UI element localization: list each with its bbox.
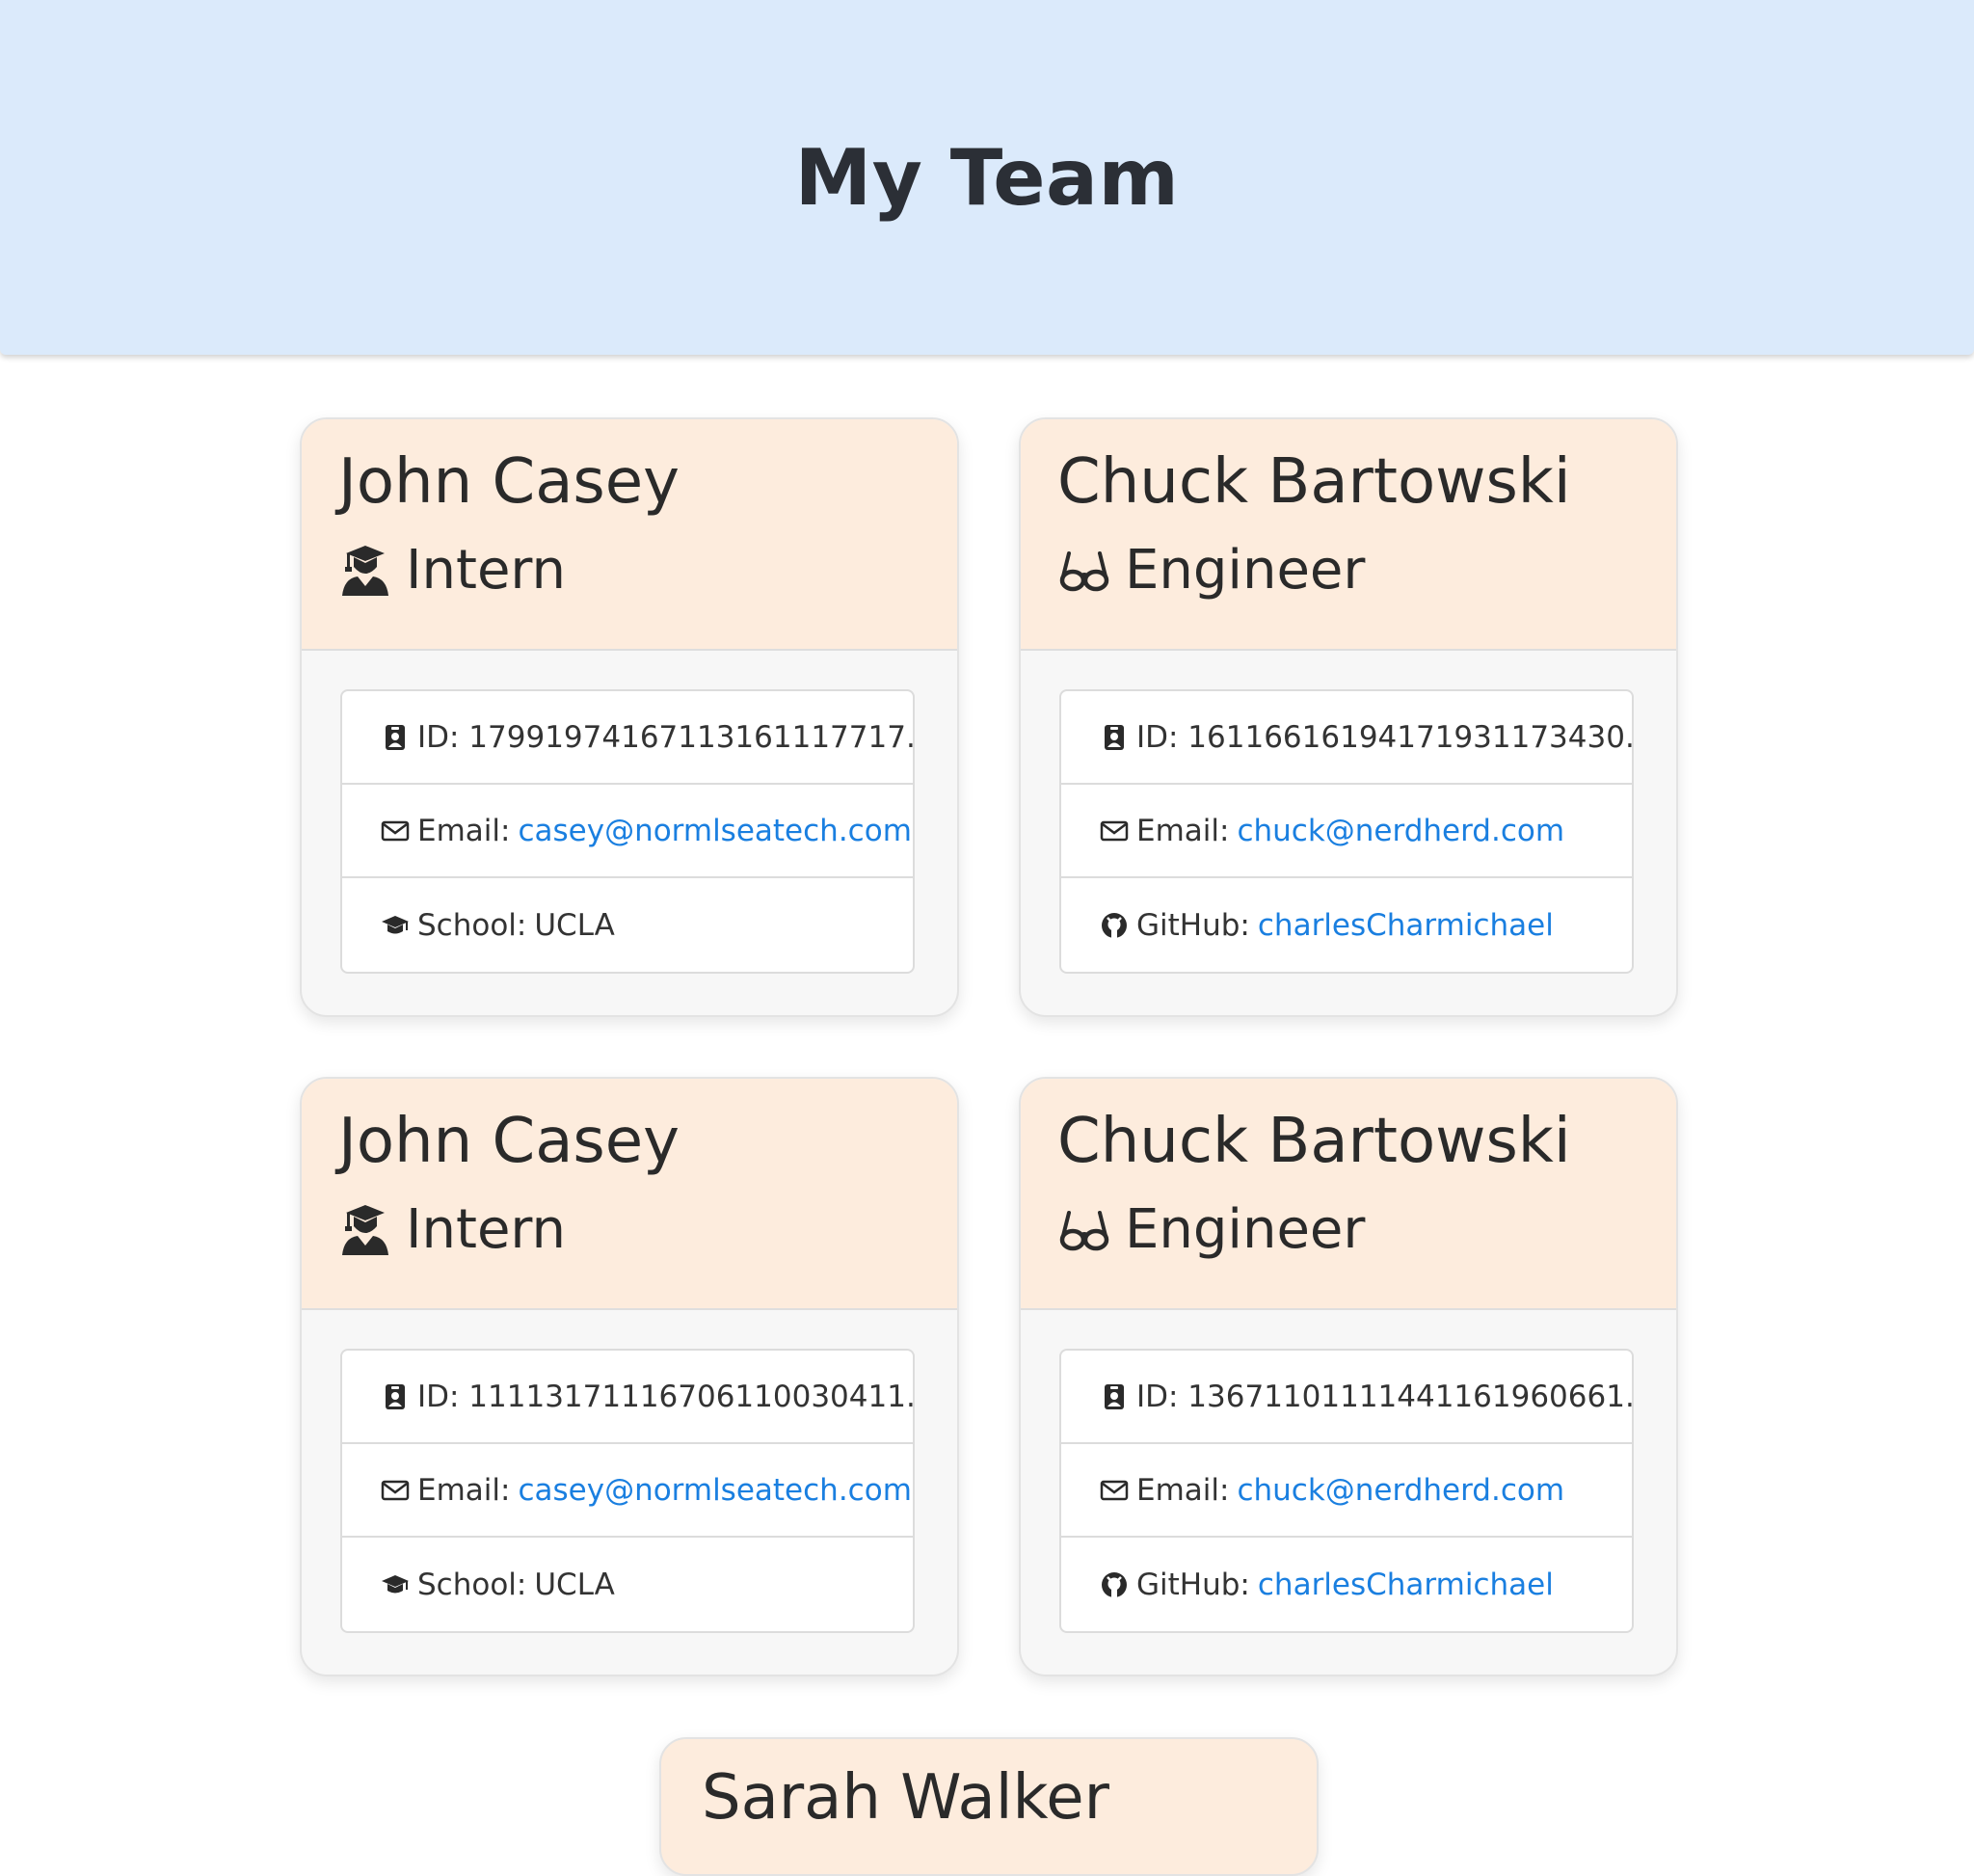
employee-role: Intern <box>338 539 566 602</box>
card-header: Chuck Bartowski Engineer <box>1021 1079 1676 1310</box>
id-label: ID: 17991974167113161117717... <box>417 719 913 755</box>
id-badge-icon <box>381 723 410 752</box>
github-link[interactable]: charlesCharmichael <box>1258 1568 1554 1602</box>
graduate-icon <box>338 544 392 598</box>
info-list: ID: 13671101111441161960661... Email: ch… <box>1059 1349 1634 1633</box>
envelope-icon <box>381 817 410 845</box>
school-prefix: School: <box>417 1567 527 1602</box>
email-item: Email: casey@normlseatech.com <box>342 1444 913 1538</box>
info-list: ID: 17991974167113161117717... Email: ca… <box>340 689 915 974</box>
github-icon <box>1100 911 1129 940</box>
email-link[interactable]: chuck@nerdherd.com <box>1237 814 1564 848</box>
school-prefix: School: <box>417 907 527 943</box>
graduation-cap-icon <box>381 911 410 940</box>
employee-name: John Casey <box>338 446 680 518</box>
role-label: Engineer <box>1125 539 1366 602</box>
email-item: Email: casey@normlseatech.com <box>342 785 913 878</box>
school-value: UCLA <box>534 1567 615 1602</box>
id-label: ID: 13671101111441161960661... <box>1136 1379 1632 1414</box>
graduation-cap-icon <box>381 1570 410 1599</box>
github-link[interactable]: charlesCharmichael <box>1258 908 1554 943</box>
school-value: UCLA <box>534 907 615 943</box>
card-header: John Casey Intern <box>302 1079 957 1310</box>
employee-card: John Casey Intern ID: 111131711167061100… <box>300 1077 959 1676</box>
graduate-icon <box>338 1203 392 1257</box>
role-label: Intern <box>406 1198 566 1261</box>
employee-card: Chuck Bartowski Engineer ID: 16116616194… <box>1019 417 1678 1017</box>
email-prefix: Email: <box>1136 813 1230 848</box>
page-header: My Team <box>0 0 1974 355</box>
employee-card: John Casey Intern ID: 179919741671131611… <box>300 417 959 1017</box>
card-header: John Casey Intern <box>302 419 957 651</box>
school-item: School: UCLA <box>342 878 913 972</box>
github-prefix: GitHub: <box>1136 1567 1250 1602</box>
id-badge-icon <box>1100 1382 1129 1411</box>
id-item: ID: 17991974167113161117717... <box>342 691 913 785</box>
glasses-icon <box>1057 544 1111 598</box>
id-item: ID: 16116616194171931173430... <box>1061 691 1632 785</box>
email-prefix: Email: <box>417 1472 511 1508</box>
info-list: ID: 11113171116706110030411... Email: ca… <box>340 1349 915 1633</box>
id-badge-icon <box>381 1382 410 1411</box>
github-item: GitHub: charlesCharmichael <box>1061 1538 1632 1631</box>
envelope-icon <box>1100 817 1129 845</box>
employee-role: Engineer <box>1057 539 1365 602</box>
employee-role: Engineer <box>1057 1198 1365 1261</box>
github-icon <box>1100 1570 1129 1599</box>
role-label: Intern <box>406 539 566 602</box>
page-title: My Team <box>794 132 1180 223</box>
employee-role: Intern <box>338 1198 566 1261</box>
employee-name: Sarah Walker <box>702 1762 1109 1834</box>
github-item: GitHub: charlesCharmichael <box>1061 878 1632 972</box>
glasses-icon <box>1057 1203 1111 1257</box>
envelope-icon <box>1100 1476 1129 1505</box>
id-label: ID: 11113171116706110030411... <box>417 1379 913 1414</box>
id-item: ID: 13671101111441161960661... <box>1061 1351 1632 1444</box>
id-badge-icon <box>1100 723 1129 752</box>
email-link[interactable]: casey@normlseatech.com <box>518 814 911 848</box>
email-link[interactable]: casey@normlseatech.com <box>518 1473 911 1508</box>
employee-card-partial: Sarah Walker <box>659 1737 1319 1876</box>
email-prefix: Email: <box>1136 1472 1230 1508</box>
employee-card: Chuck Bartowski Engineer ID: 13671101111… <box>1019 1077 1678 1676</box>
employee-name: Chuck Bartowski <box>1057 1106 1571 1177</box>
info-list: ID: 16116616194171931173430... Email: ch… <box>1059 689 1634 974</box>
email-prefix: Email: <box>417 813 511 848</box>
email-item: Email: chuck@nerdherd.com <box>1061 1444 1632 1538</box>
id-label: ID: 16116616194171931173430... <box>1136 719 1632 755</box>
role-label: Engineer <box>1125 1198 1366 1261</box>
school-item: School: UCLA <box>342 1538 913 1631</box>
employee-name: John Casey <box>338 1106 680 1177</box>
envelope-icon <box>381 1476 410 1505</box>
github-prefix: GitHub: <box>1136 907 1250 943</box>
email-item: Email: chuck@nerdherd.com <box>1061 785 1632 878</box>
email-link[interactable]: chuck@nerdherd.com <box>1237 1473 1564 1508</box>
id-item: ID: 11113171116706110030411... <box>342 1351 913 1444</box>
card-header: Chuck Bartowski Engineer <box>1021 419 1676 651</box>
employee-name: Chuck Bartowski <box>1057 446 1571 518</box>
